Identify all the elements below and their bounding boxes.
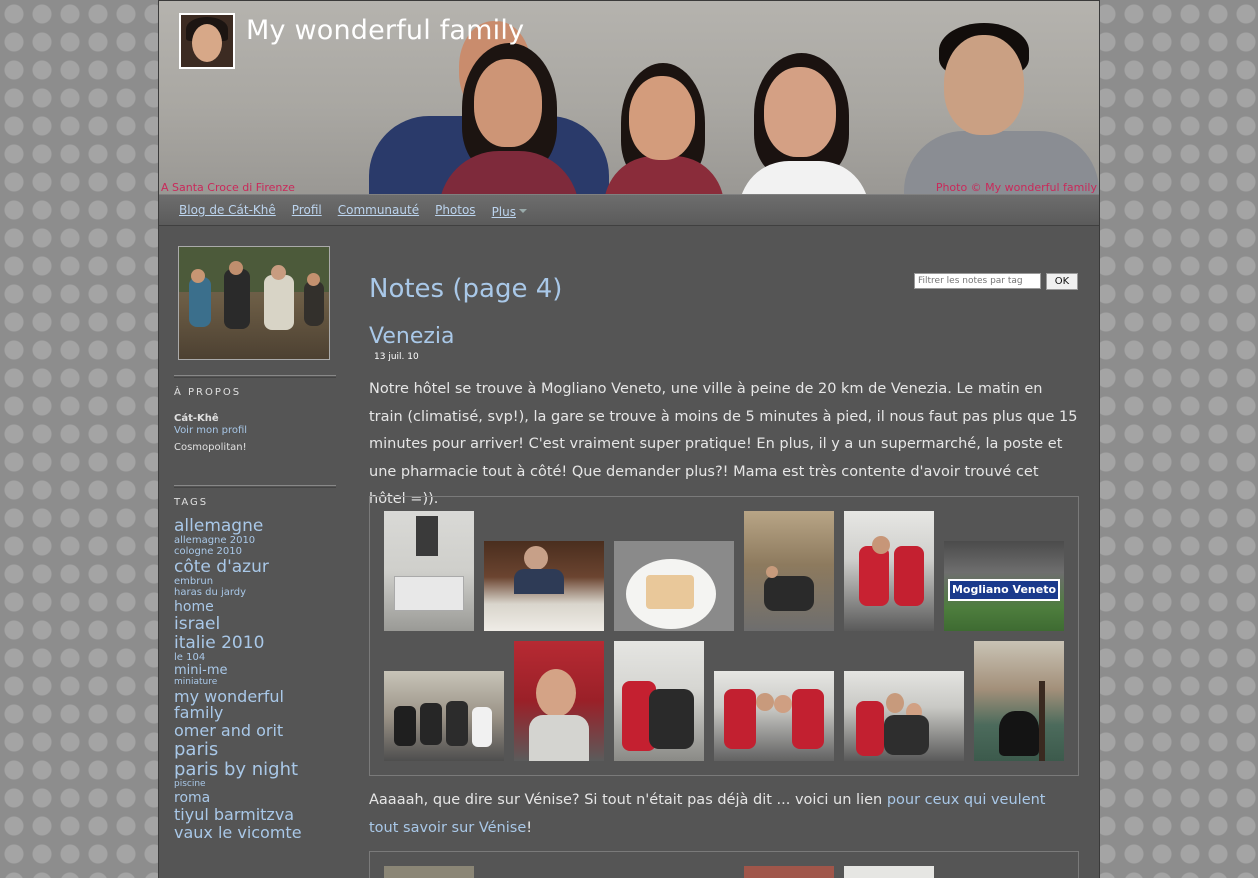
tag-link[interactable]: omer and orit xyxy=(174,723,336,739)
tag-link[interactable]: miniature xyxy=(174,678,336,687)
page-container: My wonderful family A Santa Croce di Fir… xyxy=(158,0,1100,878)
tag-filter-input[interactable] xyxy=(914,273,1041,289)
tag-link[interactable]: home xyxy=(174,600,336,614)
photo-thumbnail[interactable] xyxy=(844,671,964,761)
banner-person-2 xyxy=(424,41,594,194)
about-name: Cát-Khê xyxy=(174,413,219,424)
tag-link[interactable]: côte d'azur xyxy=(174,559,336,576)
tag-link[interactable]: italie 2010 xyxy=(174,635,336,652)
filter-ok-button[interactable]: OK xyxy=(1046,273,1078,290)
photo-thumbnail[interactable] xyxy=(384,866,474,878)
tag-filter-form: OK xyxy=(914,273,1078,290)
sidebar-divider xyxy=(174,485,336,488)
banner-person-5 xyxy=(894,21,1099,194)
banner-person-4 xyxy=(729,51,879,194)
tag-link[interactable]: embrun xyxy=(174,577,336,587)
photo-gallery: Mogliano Veneto xyxy=(369,496,1079,776)
sidebar: À PROPOS Cát-Khê Voir mon profil Cosmopo… xyxy=(174,246,336,841)
tag-link[interactable]: vaux le vicomte xyxy=(174,825,336,841)
post-date: 13 juil. 10 xyxy=(374,352,419,362)
nav-item-profil[interactable]: Profil xyxy=(292,203,322,217)
tag-link[interactable]: israel xyxy=(174,616,336,633)
post-body-2: Aaaaah, que dire sur Vénise? Si tout n'é… xyxy=(369,787,1079,842)
page-title: Notes (page 4) xyxy=(369,274,563,304)
nav-item-photos[interactable]: Photos xyxy=(435,203,475,217)
photo-thumbnail[interactable] xyxy=(974,641,1064,761)
chevron-down-icon[interactable] xyxy=(519,209,527,213)
banner-person-3 xyxy=(599,61,729,194)
photo-thumbnail[interactable] xyxy=(744,866,834,878)
banner-caption-right: Photo © My wonderful family xyxy=(935,181,1097,194)
sidebar-divider xyxy=(174,375,336,378)
tag-link[interactable]: allemagne xyxy=(174,518,336,535)
tag-link[interactable]: piscine xyxy=(174,780,336,789)
nav-item-communaute[interactable]: Communauté xyxy=(338,203,419,217)
photo-thumbnail[interactable] xyxy=(484,541,604,631)
tag-link[interactable]: allemagne 2010 xyxy=(174,536,336,546)
photo-thumbnail[interactable] xyxy=(844,866,934,878)
photo-thumbnail[interactable] xyxy=(384,511,474,631)
nav-item-blog[interactable]: Blog de Cát-Khê xyxy=(179,203,276,217)
post-body-2-text: Aaaaah, que dire sur Vénise? Si tout n'é… xyxy=(369,792,887,808)
tag-link[interactable]: paris xyxy=(174,741,336,759)
tag-link[interactable]: tiyul barmitzva xyxy=(174,807,336,823)
tag-link[interactable]: paris by night xyxy=(174,761,336,779)
tag-link[interactable]: my wonderful family xyxy=(174,689,336,721)
photo-thumbnail[interactable] xyxy=(714,671,834,761)
banner-caption-left: A Santa Croce di Firenze xyxy=(161,181,295,194)
tags-heading: TAGS xyxy=(174,497,209,508)
top-navigation: Blog de Cát-Khê Profil Communauté Photos… xyxy=(159,194,1099,226)
tag-link[interactable]: mini-me xyxy=(174,664,336,677)
header-banner: My wonderful family A Santa Croce di Fir… xyxy=(159,0,1099,194)
photo-thumbnail[interactable] xyxy=(614,641,704,761)
tag-link[interactable]: cologne 2010 xyxy=(174,547,336,557)
photo-thumbnail[interactable] xyxy=(744,511,834,631)
nav-item-plus[interactable]: Plus xyxy=(492,205,516,219)
post-title[interactable]: Venezia xyxy=(369,324,455,349)
photo-thumbnail[interactable] xyxy=(514,641,604,761)
tag-link[interactable]: le 104 xyxy=(174,653,336,663)
tag-cloud: allemagne allemagne 2010 cologne 2010 côte … xyxy=(174,518,336,841)
nav-item-plus-wrap[interactable]: Plus xyxy=(492,201,527,220)
profile-avatar[interactable] xyxy=(179,13,235,69)
post-body-2-suffix: ! xyxy=(526,819,533,836)
photo-thumbnail[interactable] xyxy=(384,671,504,761)
about-description: Cosmopolitan! xyxy=(174,442,247,453)
photo-thumbnail[interactable] xyxy=(844,511,934,631)
station-sign: Mogliano Veneto xyxy=(948,579,1060,601)
photo-gallery-2 xyxy=(369,851,1079,878)
site-title[interactable]: My wonderful family xyxy=(246,15,524,46)
tag-link[interactable]: haras du jardy xyxy=(174,588,336,598)
photo-thumbnail[interactable]: Mogliano Veneto xyxy=(944,541,1064,631)
about-heading: À PROPOS xyxy=(174,387,242,398)
sidebar-photo[interactable] xyxy=(178,246,330,360)
photo-thumbnail[interactable] xyxy=(614,541,734,631)
post-body: Notre hôtel se trouve à Mogliano Veneto,… xyxy=(369,381,1078,507)
tag-link[interactable]: roma xyxy=(174,791,336,805)
view-profile-link[interactable]: Voir mon profil xyxy=(174,425,336,436)
